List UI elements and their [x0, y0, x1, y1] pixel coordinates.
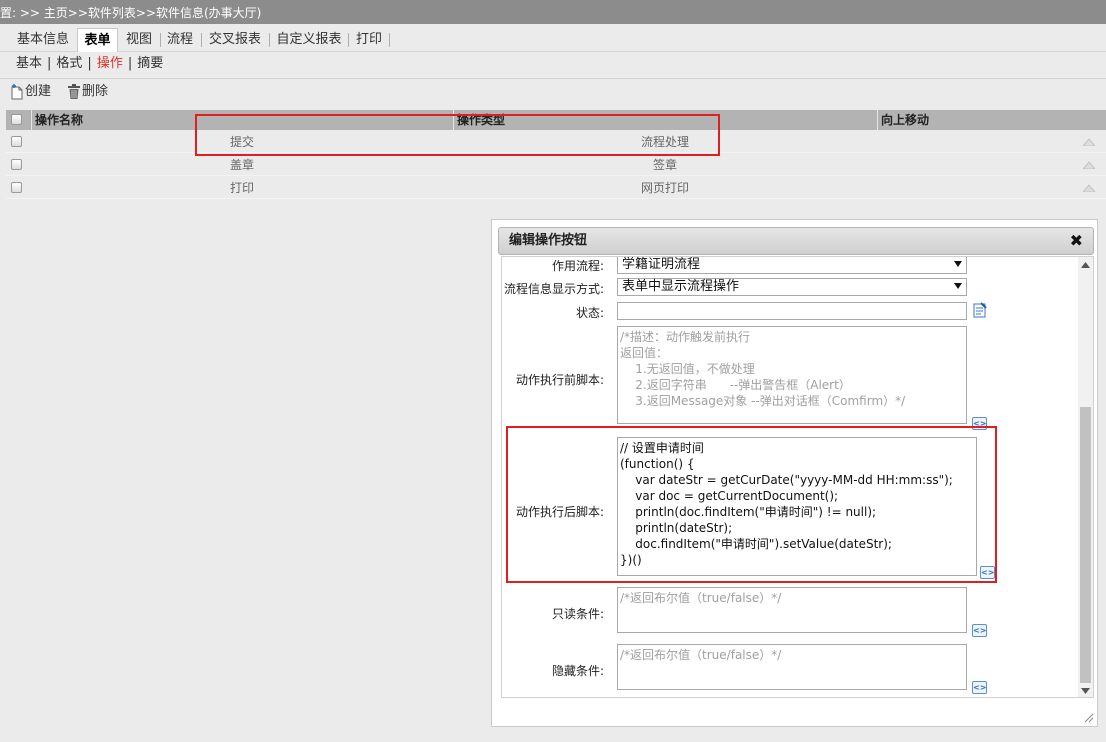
- tab-custom-report[interactable]: 自定义报表: [272, 28, 346, 52]
- code-editor-icon[interactable]: <>: [972, 681, 987, 694]
- tab-cross-report[interactable]: 交叉报表: [204, 28, 266, 52]
- display-mode-value: 表单中显示流程操作: [622, 279, 740, 294]
- scroll-up-arrow-icon[interactable]: [1081, 261, 1090, 269]
- highlight-box: [195, 114, 720, 156]
- chevron-down-icon: [954, 261, 962, 267]
- breadcrumb: 位置: >> 主页>>软件列表>>软件信息(办事大厅): [0, 0, 1106, 24]
- subtab-summary[interactable]: 摘要: [137, 56, 163, 71]
- table-row[interactable]: 打印 网页打印: [6, 177, 1106, 199]
- code-editor-icon[interactable]: <>: [972, 624, 987, 637]
- tab-form[interactable]: 表单: [77, 28, 118, 52]
- tab-separator: [201, 33, 202, 47]
- operation-type: 网页打印: [640, 181, 689, 195]
- column-separator: [877, 110, 878, 130]
- row-checkbox[interactable]: [11, 182, 22, 193]
- status-input[interactable]: [617, 302, 967, 320]
- subtab-separator: |: [127, 56, 133, 71]
- row-checkbox[interactable]: [11, 159, 22, 170]
- subtab-basic[interactable]: 基本: [16, 56, 42, 71]
- tab-separator: [160, 33, 161, 47]
- subtab-operation[interactable]: 操作: [97, 56, 123, 71]
- operation-type: 签章: [652, 158, 677, 172]
- move-up-icon[interactable]: [1083, 184, 1095, 192]
- dialog-title: 编辑操作按钮: [509, 233, 588, 248]
- before-script-textarea[interactable]: /*描述：动作触发前执行 返回值： 1.无返回值，不做处理 2.返回字符串 --…: [617, 326, 967, 424]
- scroll-down-arrow-icon[interactable]: [1081, 687, 1090, 695]
- column-header-move-up[interactable]: 向上移动: [881, 110, 929, 130]
- delete-label: 删除: [82, 84, 109, 99]
- main-tabbar: 基本信息 表单 视图 流程 交叉报表 自定义报表 打印: [0, 26, 1106, 52]
- create-label: 创建: [25, 84, 52, 99]
- tab-flow[interactable]: 流程: [163, 28, 197, 52]
- subtab-separator: |: [47, 56, 52, 71]
- readonly-condition-textarea[interactable]: /*返回布尔值（true/false）*/: [617, 587, 967, 633]
- tab-separator: [348, 33, 349, 47]
- flow-select-value: 学籍证明流程: [622, 257, 701, 272]
- column-separator: [31, 110, 32, 130]
- flow-select[interactable]: 学籍证明流程: [617, 257, 967, 274]
- operation-name[interactable]: 盖章: [32, 154, 452, 176]
- tab-separator: [269, 33, 270, 47]
- row-checkbox[interactable]: [11, 136, 22, 147]
- subtab-format[interactable]: 格式: [56, 56, 82, 71]
- tab-basic-info[interactable]: 基本信息: [12, 28, 74, 52]
- delete-button[interactable]: 删除: [67, 82, 108, 102]
- tab-print[interactable]: 打印: [351, 28, 387, 52]
- column-header-name[interactable]: 操作名称: [35, 110, 83, 130]
- move-up-icon[interactable]: [1083, 161, 1095, 169]
- move-up-icon[interactable]: [1083, 138, 1095, 146]
- tab-view[interactable]: 视图: [121, 28, 157, 52]
- display-mode-select[interactable]: 表单中显示流程操作: [617, 278, 967, 296]
- chevron-down-icon: [954, 283, 962, 289]
- table-row[interactable]: 盖章 签章: [6, 154, 1106, 176]
- dialog-titlebar[interactable]: 编辑操作按钮 ✖: [498, 227, 1094, 255]
- tab-separator: [389, 33, 390, 47]
- resize-grip-icon[interactable]: [1084, 713, 1094, 723]
- status-label: 状态:: [575, 306, 604, 320]
- new-document-icon: [11, 83, 23, 99]
- flow-label: 作用流程:: [551, 259, 604, 273]
- operation-name[interactable]: 打印: [32, 177, 452, 199]
- close-icon[interactable]: ✖: [1070, 231, 1083, 251]
- select-all-checkbox[interactable]: [11, 114, 22, 125]
- hidden-condition-textarea[interactable]: /*返回布尔值（true/false）*/: [617, 644, 967, 690]
- hidden-condition-label: 隐藏条件:: [551, 664, 604, 678]
- before-script-label: 动作执行前脚本:: [515, 373, 604, 387]
- create-button[interactable]: 创建: [10, 82, 51, 102]
- display-mode-label: 流程信息显示方式:: [504, 282, 605, 296]
- dialog-scrollbar[interactable]: [1078, 257, 1093, 697]
- readonly-condition-label: 只读条件:: [551, 607, 604, 621]
- divider: [0, 78, 1106, 79]
- trash-icon: [68, 83, 80, 99]
- highlight-box: [506, 426, 997, 583]
- breadcrumb-text: 位置: >> 主页>>软件列表>>软件信息(办事大厅): [0, 6, 262, 20]
- sub-tabs: 基本 | 格式 | 操作 | 摘要: [16, 55, 163, 75]
- scrollbar-thumb[interactable]: [1080, 407, 1091, 683]
- subtab-separator: |: [87, 56, 92, 71]
- edit-status-icon[interactable]: [973, 302, 987, 318]
